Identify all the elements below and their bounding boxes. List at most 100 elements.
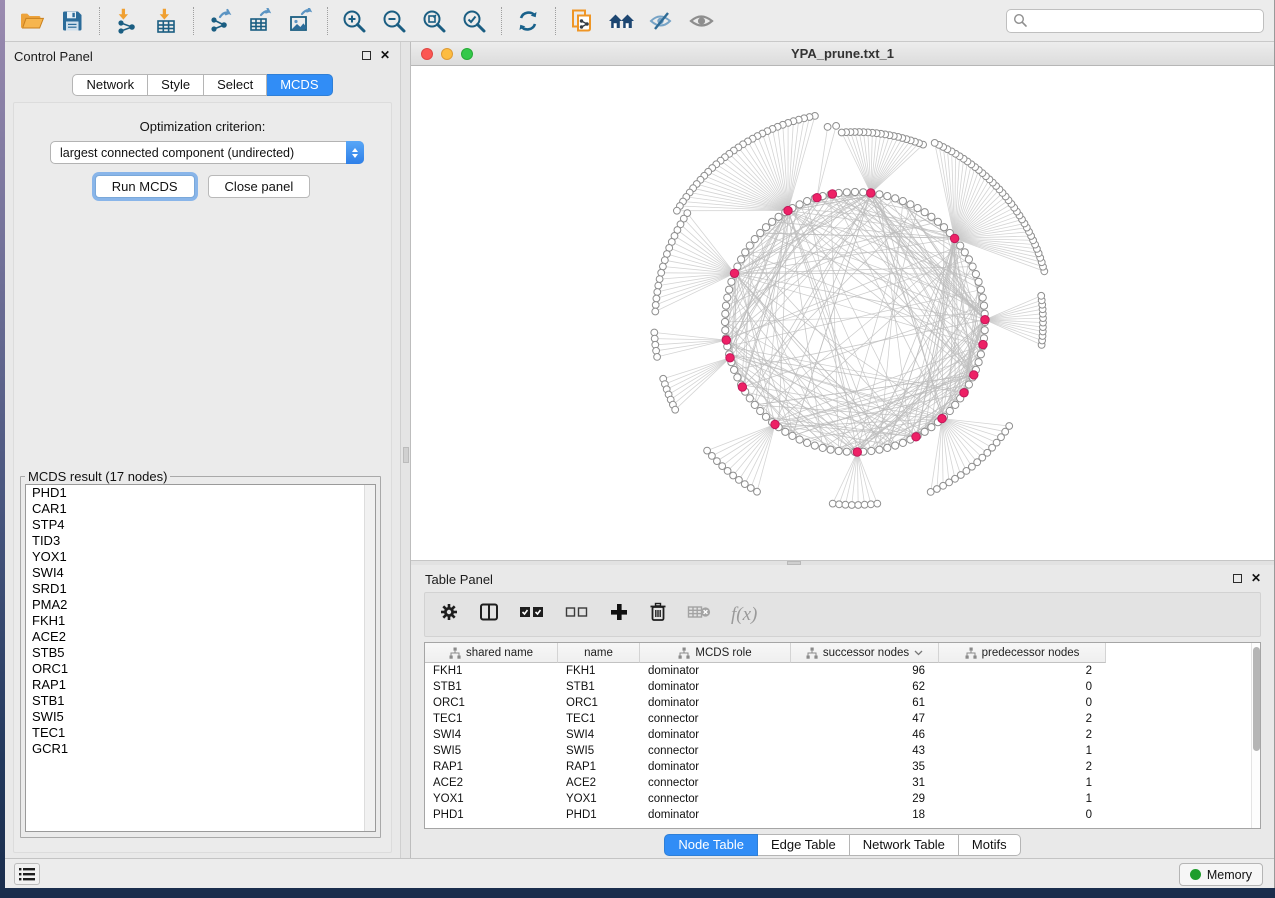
table-cell[interactable]: ORC1	[425, 697, 558, 709]
network-node[interactable]	[928, 424, 935, 431]
network-node[interactable]	[829, 500, 836, 507]
network-node[interactable]	[927, 489, 934, 496]
window-close-icon[interactable]	[421, 48, 433, 60]
table-row[interactable]: TEC1TEC1connector472	[425, 711, 1251, 727]
network-node[interactable]	[876, 446, 883, 453]
mcds-result-item[interactable]: SWI5	[26, 709, 375, 725]
network-node[interactable]	[754, 488, 761, 495]
network-node[interactable]	[843, 448, 850, 455]
network-node[interactable]	[722, 302, 729, 309]
network-node[interactable]	[746, 395, 753, 402]
table-cell[interactable]: 0	[939, 809, 1106, 821]
mcds-result-item[interactable]: STP4	[26, 517, 375, 533]
network-node[interactable]	[728, 278, 735, 285]
table-cell[interactable]: 2	[939, 729, 1106, 741]
table-cell[interactable]: 35	[791, 761, 939, 773]
network-node[interactable]	[804, 439, 811, 446]
deselect-all-icon[interactable]	[565, 604, 589, 625]
network-node[interactable]	[876, 191, 883, 198]
mcds-result-item[interactable]: STB5	[26, 645, 375, 661]
network-node[interactable]	[977, 351, 984, 358]
network-node[interactable]	[884, 193, 891, 200]
table-cell[interactable]: YOX1	[558, 793, 640, 805]
network-node[interactable]	[892, 195, 899, 202]
zoom-fit-icon[interactable]	[417, 5, 451, 37]
mcds-dominator-node[interactable]	[813, 194, 821, 202]
mcds-dominator-node[interactable]	[722, 336, 730, 344]
network-node[interactable]	[874, 500, 881, 507]
table-cell[interactable]: RAP1	[425, 761, 558, 773]
vertical-splitter[interactable]	[400, 42, 411, 858]
table-cell[interactable]: 96	[791, 665, 939, 677]
network-node[interactable]	[724, 294, 731, 301]
network-node[interactable]	[714, 458, 721, 465]
network-node[interactable]	[804, 198, 811, 205]
mcds-dominator-node[interactable]	[784, 206, 792, 214]
table-cell[interactable]: 62	[791, 681, 939, 693]
network-node[interactable]	[819, 444, 826, 451]
column-header-successor-nodes[interactable]: successor nodes	[791, 643, 939, 663]
network-node[interactable]	[1038, 292, 1045, 299]
table-cell[interactable]: dominator	[640, 681, 791, 693]
mcds-dominator-node[interactable]	[979, 340, 987, 348]
network-node[interactable]	[782, 428, 789, 435]
network-node[interactable]	[661, 257, 668, 264]
table-row[interactable]: ACE2ACE2connector311	[425, 775, 1251, 791]
tab-network[interactable]: Network	[72, 74, 148, 96]
tab-select[interactable]: Select	[204, 74, 267, 96]
export-network-icon[interactable]	[203, 5, 237, 37]
network-node[interactable]	[965, 256, 972, 263]
refresh-icon[interactable]	[511, 5, 545, 37]
mcds-dominator-node[interactable]	[981, 316, 989, 324]
mcds-dominator-node[interactable]	[730, 269, 738, 277]
network-node[interactable]	[796, 436, 803, 443]
first-neighbors-icon[interactable]	[605, 5, 639, 37]
table-cell[interactable]: TEC1	[558, 713, 640, 725]
table-cell[interactable]: dominator	[640, 729, 791, 741]
network-node[interactable]	[868, 501, 875, 508]
column-header-predecessor-nodes[interactable]: predecessor nodes	[939, 643, 1106, 663]
table-cell[interactable]: 18	[791, 809, 939, 821]
network-node[interactable]	[868, 447, 875, 454]
table-cell[interactable]: connector	[640, 793, 791, 805]
table-row[interactable]: ORC1ORC1dominator610	[425, 695, 1251, 711]
mcds-dominator-node[interactable]	[853, 448, 861, 456]
table-cell[interactable]: 29	[791, 793, 939, 805]
table-cell[interactable]: 43	[791, 745, 939, 757]
table-row[interactable]: STB1STB1dominator620	[425, 679, 1251, 695]
network-node[interactable]	[730, 472, 737, 479]
network-node[interactable]	[836, 501, 843, 508]
table-cell[interactable]: SWI5	[558, 745, 640, 757]
column-view-icon[interactable]	[479, 602, 499, 627]
window-minimize-icon[interactable]	[441, 48, 453, 60]
network-node[interactable]	[660, 263, 667, 270]
close-panel-icon[interactable]: ✕	[1251, 573, 1261, 583]
show-all-icon[interactable]	[685, 5, 719, 37]
table-cell[interactable]: SWI4	[425, 729, 558, 741]
table-cell[interactable]: 1	[939, 793, 1106, 805]
clone-network-icon[interactable]	[565, 5, 599, 37]
column-header-shared-name[interactable]: shared name	[425, 643, 558, 663]
network-node[interactable]	[843, 189, 850, 196]
mcds-result-item[interactable]: SWI4	[26, 565, 375, 581]
table-cell[interactable]: STB1	[558, 681, 640, 693]
settings-gear-icon[interactable]	[439, 602, 459, 627]
network-node[interactable]	[855, 502, 862, 509]
mcds-result-item[interactable]: ORC1	[26, 661, 375, 677]
network-node[interactable]	[757, 407, 764, 414]
run-mcds-button[interactable]: Run MCDS	[95, 175, 195, 198]
mcds-result-item[interactable]: PHD1	[26, 485, 375, 501]
table-cell[interactable]: 31	[791, 777, 939, 789]
network-node[interactable]	[952, 401, 959, 408]
table-cell[interactable]: 0	[939, 681, 1106, 693]
network-node[interactable]	[722, 310, 729, 317]
network-node[interactable]	[946, 407, 953, 414]
table-row[interactable]: PHD1PHD1dominator180	[425, 807, 1251, 823]
network-node[interactable]	[977, 286, 984, 293]
network-node[interactable]	[940, 482, 947, 489]
import-table-icon[interactable]	[149, 5, 183, 37]
network-node[interactable]	[981, 327, 988, 334]
table-row[interactable]: SWI4SWI4dominator462	[425, 727, 1251, 743]
tab-mcds[interactable]: MCDS	[267, 74, 332, 96]
mcds-dominator-node[interactable]	[970, 371, 978, 379]
